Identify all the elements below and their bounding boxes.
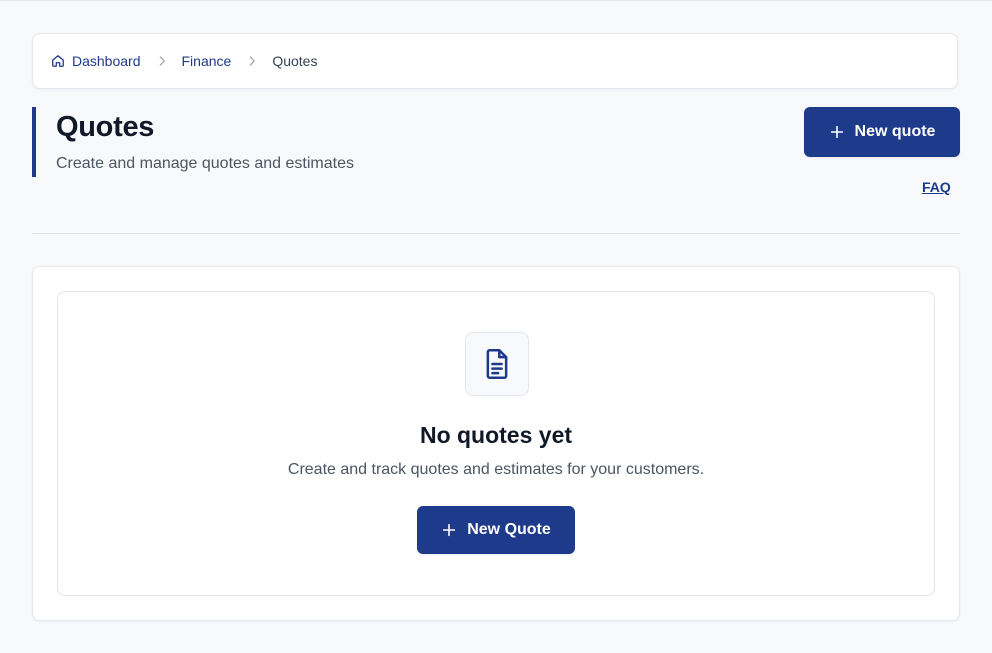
document-icon — [483, 348, 511, 380]
empty-state-icon-container — [465, 332, 529, 396]
quotes-list-card: No quotes yet Create and track quotes an… — [32, 266, 960, 621]
page-subtitle: Create and manage quotes and estimates — [56, 155, 354, 172]
chevron-right-icon — [245, 54, 259, 68]
new-quote-button-label: New quote — [854, 123, 936, 140]
page-title: Quotes — [56, 111, 155, 143]
breadcrumb-finance-link[interactable]: Finance — [182, 53, 232, 69]
plus-icon — [829, 124, 845, 140]
breadcrumb-dashboard-label: Dashboard — [72, 53, 141, 69]
empty-state-title: No quotes yet — [419, 422, 573, 448]
new-quote-button[interactable]: New quote — [804, 107, 960, 157]
breadcrumb-current-page: Quotes — [272, 53, 318, 69]
empty-state-new-quote-button[interactable]: New Quote — [417, 506, 575, 554]
faq-link[interactable]: FAQ — [922, 179, 951, 195]
page-header-accent-bar — [32, 107, 36, 177]
chevron-right-icon — [155, 54, 169, 68]
home-icon — [51, 54, 65, 68]
empty-state: No quotes yet Create and track quotes an… — [57, 291, 935, 596]
breadcrumb: Dashboard Finance Quotes — [32, 33, 958, 89]
plus-icon — [441, 522, 457, 538]
breadcrumb-dashboard-link[interactable]: Dashboard — [51, 53, 141, 69]
header-divider — [32, 233, 960, 234]
breadcrumb-finance-label: Finance — [181, 53, 232, 69]
empty-state-description: Create and track quotes and estimates fo… — [287, 461, 705, 478]
empty-state-new-quote-label: New Quote — [467, 521, 551, 538]
